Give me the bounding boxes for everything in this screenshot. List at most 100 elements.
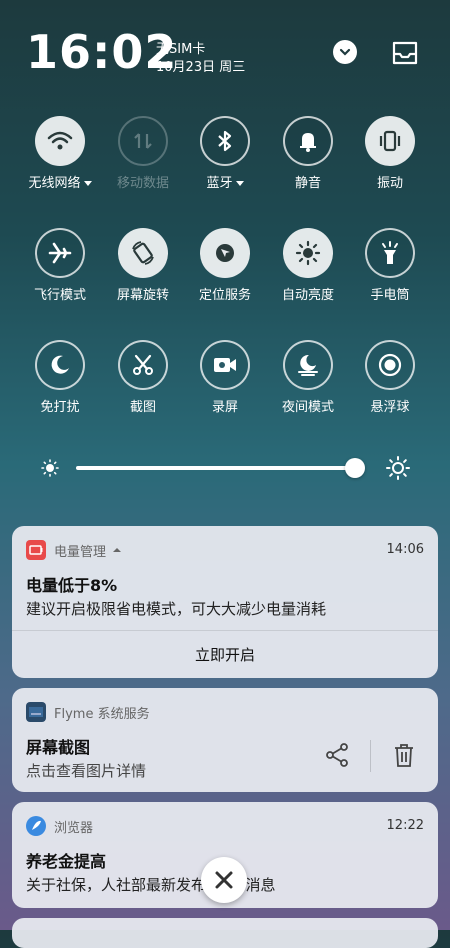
clear-all-button[interactable] <box>201 857 247 903</box>
notification-app-row: 电量管理 <box>26 540 122 560</box>
action-divider <box>370 740 371 772</box>
toggle-label: 悬浮球 <box>370 400 410 415</box>
toggle-label: 截图 <box>129 400 156 415</box>
notification-title: 屏幕截图 <box>26 738 91 757</box>
toggle-circle <box>200 116 250 166</box>
toggle-circle <box>200 228 250 278</box>
notification-inbox-button[interactable] <box>390 40 420 66</box>
toggle-circle <box>365 228 415 278</box>
toggle-circle <box>118 116 168 166</box>
toggle-flashlight[interactable]: 手电筒 <box>348 228 432 303</box>
notification-app-name: 浏览器 <box>54 820 94 836</box>
brightness-slider[interactable] <box>40 456 410 480</box>
delete-button[interactable] <box>392 742 416 772</box>
toggle-label: 屏幕旋转 <box>116 288 169 303</box>
notification-body: 建议开启极限省电模式，可大大减少电量消耗 <box>26 600 327 618</box>
toggle-circle <box>35 228 85 278</box>
airplane-icon <box>48 242 72 264</box>
toggle-do-not-disturb[interactable]: 免打扰 <box>18 340 102 415</box>
notification-time: 12:22 <box>386 818 424 833</box>
notification-title: 电量低于8% <box>26 576 118 595</box>
notification-app-name: 电量管理 <box>54 544 107 560</box>
enable-power-saving-button[interactable]: 立即开启 <box>12 630 438 678</box>
location-icon <box>216 244 234 262</box>
toggle-label: 蓝牙 <box>183 172 267 191</box>
toggle-airplane[interactable]: 飞行模式 <box>18 228 102 303</box>
sim-status: 无SIM卡 <box>156 42 206 57</box>
toggle-bluetooth[interactable]: 蓝牙 <box>183 116 267 191</box>
toggle-auto-brightness[interactable]: 自动亮度 <box>266 228 350 303</box>
toggle-label: 飞行模式 <box>33 288 86 303</box>
notification-time: 14:06 <box>386 542 424 557</box>
brightness-knob[interactable] <box>345 458 366 478</box>
share-icon <box>326 743 348 767</box>
toggle-label: 定位服务 <box>198 288 251 303</box>
toggle-circle <box>200 340 250 390</box>
notification-body: 点击查看图片详情 <box>26 762 147 780</box>
notification-peek[interactable] <box>12 918 438 948</box>
toggle-label: 手电筒 <box>370 288 410 303</box>
toggle-wifi[interactable]: 无线网络 <box>18 116 102 191</box>
expand-chevron-button[interactable] <box>333 40 357 64</box>
toggle-floating-ball[interactable]: 悬浮球 <box>348 340 432 415</box>
caret-up-icon <box>113 548 122 552</box>
toggle-location[interactable]: 定位服务 <box>183 228 267 303</box>
toggle-label: 夜间模式 <box>281 400 334 415</box>
toggle-screenshot[interactable]: 截图 <box>101 340 185 415</box>
toggle-circle <box>365 116 415 166</box>
screen-record-icon <box>214 358 236 372</box>
toggle-circle <box>35 116 85 166</box>
bell-icon <box>300 133 316 152</box>
toggle-circle <box>283 340 333 390</box>
toggle-circle <box>118 228 168 278</box>
date-text: 10月23日 周三 <box>156 60 246 75</box>
flyme-service-icon <box>26 702 46 722</box>
toggle-label: 免打扰 <box>40 400 80 415</box>
notification-battery[interactable]: 电量管理 14:06 电量低于8% 建议开启极限省电模式，可大大减少电量消耗 立… <box>12 526 438 678</box>
notification-app-row: 浏览器 <box>26 816 93 836</box>
notification-app-row: Flyme 系统服务 <box>26 702 150 722</box>
toggle-rotate[interactable]: 屏幕旋转 <box>101 228 185 303</box>
toggle-label: 自动亮度 <box>281 288 334 303</box>
toggle-circle <box>365 340 415 390</box>
notification-app-name: Flyme 系统服务 <box>54 706 150 722</box>
notification-title: 养老金提高 <box>26 852 107 871</box>
toggle-label: 录屏 <box>211 400 238 415</box>
toggle-vibrate[interactable]: 振动 <box>348 116 432 191</box>
notification-screenshot[interactable]: Flyme 系统服务 屏幕截图 点击查看图片详情 <box>12 688 438 792</box>
toggle-screen-record[interactable]: 录屏 <box>183 340 267 415</box>
battery-icon <box>26 540 46 560</box>
night-mode-icon <box>298 354 318 376</box>
brightness-low-icon <box>41 459 59 477</box>
flashlight-icon <box>382 241 398 264</box>
share-button[interactable] <box>324 742 350 772</box>
toggle-circle <box>283 228 333 278</box>
toggle-label: 静音 <box>294 176 321 191</box>
toggle-label: 移动数据 <box>116 176 169 191</box>
chevron-down-icon <box>339 48 351 56</box>
rotate-icon <box>132 241 154 265</box>
scissors-icon <box>133 354 153 375</box>
brightness-track[interactable] <box>76 466 364 470</box>
caret-down-icon <box>235 181 244 186</box>
trash-icon <box>395 744 413 767</box>
browser-icon <box>26 816 46 836</box>
mobile-data-icon <box>134 133 152 149</box>
vibrate-icon <box>379 130 401 152</box>
toggle-mobile-data[interactable]: 移动数据 <box>101 116 185 191</box>
toggle-silent[interactable]: 静音 <box>266 116 350 191</box>
toggle-circle <box>35 340 85 390</box>
toggle-label: 无线网络 <box>18 172 102 191</box>
caret-down-icon <box>83 181 92 186</box>
bluetooth-icon <box>218 130 232 152</box>
toggle-circle <box>283 116 333 166</box>
floating-ball-icon <box>378 353 402 377</box>
clock-time: 16:02 <box>26 25 178 79</box>
close-icon <box>215 871 233 889</box>
status-header: 16:02 无SIM卡 10月23日 周三 <box>0 0 450 100</box>
inbox-icon <box>392 41 418 65</box>
toggle-night-mode[interactable]: 夜间模式 <box>266 340 350 415</box>
toggle-circle <box>118 340 168 390</box>
toggle-label: 振动 <box>376 176 403 191</box>
brightness-high-icon <box>386 456 410 480</box>
